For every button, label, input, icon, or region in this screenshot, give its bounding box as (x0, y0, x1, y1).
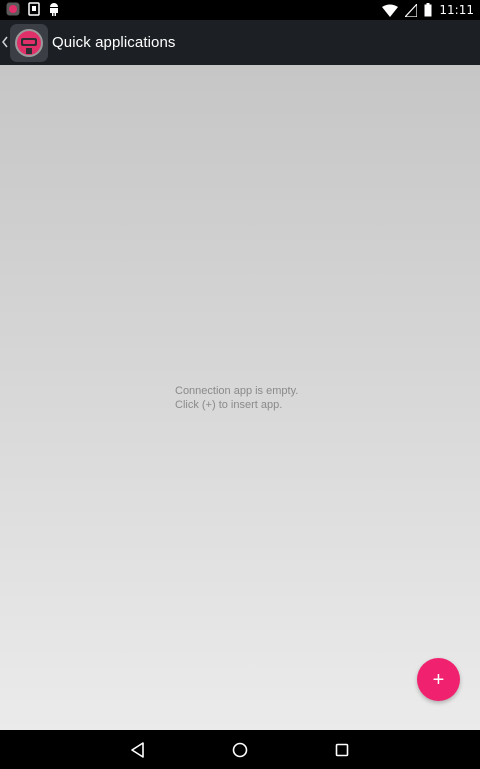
main-content: Connection app is empty. Click (+) to in… (0, 65, 480, 730)
app-logo-icon[interactable] (10, 23, 48, 62)
status-bar: 11:11 (0, 0, 480, 20)
status-right-icons: 11:11 (382, 2, 474, 18)
page-title: Quick applications (52, 34, 176, 51)
sim-icon (28, 2, 40, 16)
add-icon: + (432, 668, 445, 691)
add-app-button[interactable]: + (417, 658, 460, 701)
nav-recents-button[interactable] (330, 738, 354, 762)
back-chevron-icon[interactable] (2, 35, 10, 51)
status-time: 11:11 (439, 3, 474, 17)
nav-back-button[interactable] (126, 738, 150, 762)
empty-message-line-2: Click (+) to insert app. (175, 398, 283, 411)
recents-icon (335, 743, 349, 757)
app-bar: Quick applications (0, 20, 480, 65)
nav-home-button[interactable] (228, 738, 252, 762)
battery-icon (424, 3, 432, 17)
home-icon (232, 742, 248, 758)
back-icon (131, 742, 144, 758)
empty-state-message: Connection app is empty. Click (+) to in… (175, 385, 298, 412)
android-debug-icon (48, 2, 60, 16)
navigation-bar (0, 730, 480, 769)
wifi-icon (382, 4, 399, 17)
signal-icon (405, 3, 418, 17)
app-notification-icon (6, 2, 20, 16)
empty-message-line-1: Connection app is empty. (175, 385, 299, 397)
status-left-icons (6, 2, 60, 16)
